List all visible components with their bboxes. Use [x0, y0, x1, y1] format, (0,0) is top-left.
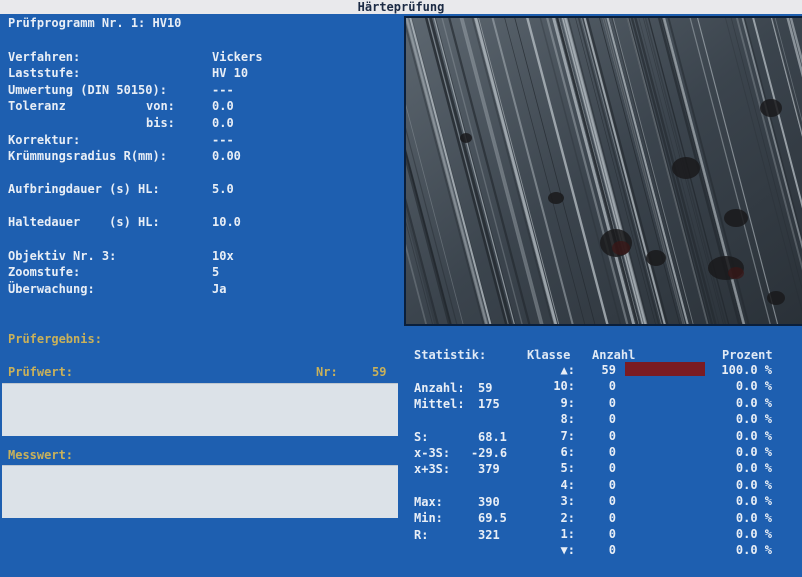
- program-title: Prüfprogramm Nr. 1: HV10: [8, 16, 182, 30]
- class-percent: 0.0 %: [735, 396, 772, 410]
- class-label: 5:: [560, 461, 575, 475]
- field-value: 0.0: [212, 116, 234, 130]
- class-count: 0: [608, 445, 616, 459]
- field-label: Krümmungsradius R(mm):: [8, 149, 167, 163]
- field-value: Vickers: [212, 50, 263, 64]
- class-count: 0: [608, 543, 616, 557]
- statistics-heading: Statistik:: [414, 348, 487, 362]
- distribution-bar: [625, 362, 705, 376]
- field-value: ---: [212, 133, 234, 147]
- column-prozent: Prozent: [722, 348, 773, 362]
- field-label: Verfahren:: [8, 50, 81, 64]
- field-value: 0.0: [212, 99, 234, 113]
- stat-value: 321: [478, 528, 500, 542]
- field-value: HV 10: [212, 66, 249, 80]
- class-label: 3:: [560, 494, 575, 508]
- column-klasse: Klasse: [527, 348, 571, 362]
- class-percent: 0.0 %: [735, 511, 772, 525]
- field-value: ---: [212, 83, 234, 97]
- class-count: 0: [608, 511, 616, 525]
- stat-label: Min:: [414, 511, 443, 525]
- nr-label: Nr:: [316, 365, 338, 379]
- class-percent: 100.0 %: [721, 363, 772, 377]
- class-count: 0: [608, 461, 616, 475]
- class-percent: 0.0 %: [735, 527, 772, 541]
- stat-value: -29.6: [471, 446, 508, 460]
- pruefwert-label: Prüfwert:: [8, 365, 74, 379]
- microstructure-image: [406, 18, 802, 324]
- class-percent: 0.0 %: [735, 412, 772, 426]
- class-count: 0: [608, 478, 616, 492]
- class-label: 8:: [560, 412, 575, 426]
- field-value: 0.00: [212, 149, 241, 163]
- stat-value: 59: [478, 381, 493, 395]
- class-count: 0: [608, 429, 616, 443]
- class-label: 6:: [560, 445, 575, 459]
- class-percent: 0.0 %: [735, 379, 772, 393]
- class-label: 1:: [560, 527, 575, 541]
- result-heading: Prüfergebnis:: [8, 332, 102, 346]
- class-count: 59: [601, 363, 616, 377]
- column-anzahl: Anzahl: [592, 348, 636, 362]
- class-label: 10:: [553, 379, 575, 393]
- class-count: 0: [608, 412, 616, 426]
- class-count: 0: [608, 494, 616, 508]
- class-percent: 0.0 %: [735, 461, 772, 475]
- stat-value: 390: [478, 495, 500, 509]
- field-label: Zoomstufe:: [8, 265, 81, 279]
- nr-value: 59: [372, 365, 387, 379]
- pruefwert-field: [2, 383, 398, 436]
- class-label: 7:: [560, 429, 575, 443]
- field-value: Ja: [212, 282, 227, 296]
- class-count: 0: [608, 396, 616, 410]
- messwert-label: Messwert:: [8, 448, 74, 462]
- class-percent: 0.0 %: [735, 494, 772, 508]
- field-label: Umwertung (DIN 50150):: [8, 83, 167, 97]
- stat-value: 69.5: [478, 511, 507, 525]
- stat-label: x+3S:: [414, 462, 451, 476]
- class-count: 0: [608, 527, 616, 541]
- field-label: Aufbringdauer (s) HL:: [8, 182, 160, 196]
- class-label: 4:: [560, 478, 575, 492]
- stat-label: R:: [414, 528, 429, 542]
- field-value: 10.0: [212, 215, 241, 229]
- field-label: Laststufe:: [8, 66, 81, 80]
- stat-label: x-3S:: [414, 446, 451, 460]
- stat-value: 379: [478, 462, 500, 476]
- stat-label: Anzahl:: [414, 381, 465, 395]
- field-value: 5: [212, 265, 220, 279]
- class-percent: 0.0 %: [735, 478, 772, 492]
- field-label: Korrektur:: [8, 133, 81, 147]
- stat-value: 175: [478, 397, 500, 411]
- field-label: Überwachung:: [8, 282, 95, 296]
- messwert-field: [2, 465, 398, 518]
- field-value: 10x: [212, 249, 234, 263]
- field-sublabel: bis:: [146, 116, 175, 130]
- class-count: 0: [608, 379, 616, 393]
- class-label: 2:: [560, 511, 575, 525]
- field-sublabel: von:: [146, 99, 175, 113]
- stat-label: Mittel:: [414, 397, 465, 411]
- field-value: 5.0: [212, 182, 234, 196]
- class-percent: 0.0 %: [735, 445, 772, 459]
- field-label: Haltedauer (s) HL:: [8, 215, 160, 229]
- class-label: ▼:: [560, 543, 575, 557]
- class-label: ▲:: [560, 363, 575, 377]
- field-label: Toleranz: [8, 99, 66, 113]
- class-percent: 0.0 %: [735, 429, 772, 443]
- microscope-image: [404, 16, 802, 326]
- stat-label: S:: [414, 430, 429, 444]
- class-label: 9:: [560, 396, 575, 410]
- field-label: Objektiv Nr. 3:: [8, 249, 117, 263]
- class-percent: 0.0 %: [735, 543, 772, 557]
- stat-label: Max:: [414, 495, 443, 509]
- window-title: Härteprüfung: [0, 0, 802, 14]
- stat-value: 68.1: [478, 430, 507, 444]
